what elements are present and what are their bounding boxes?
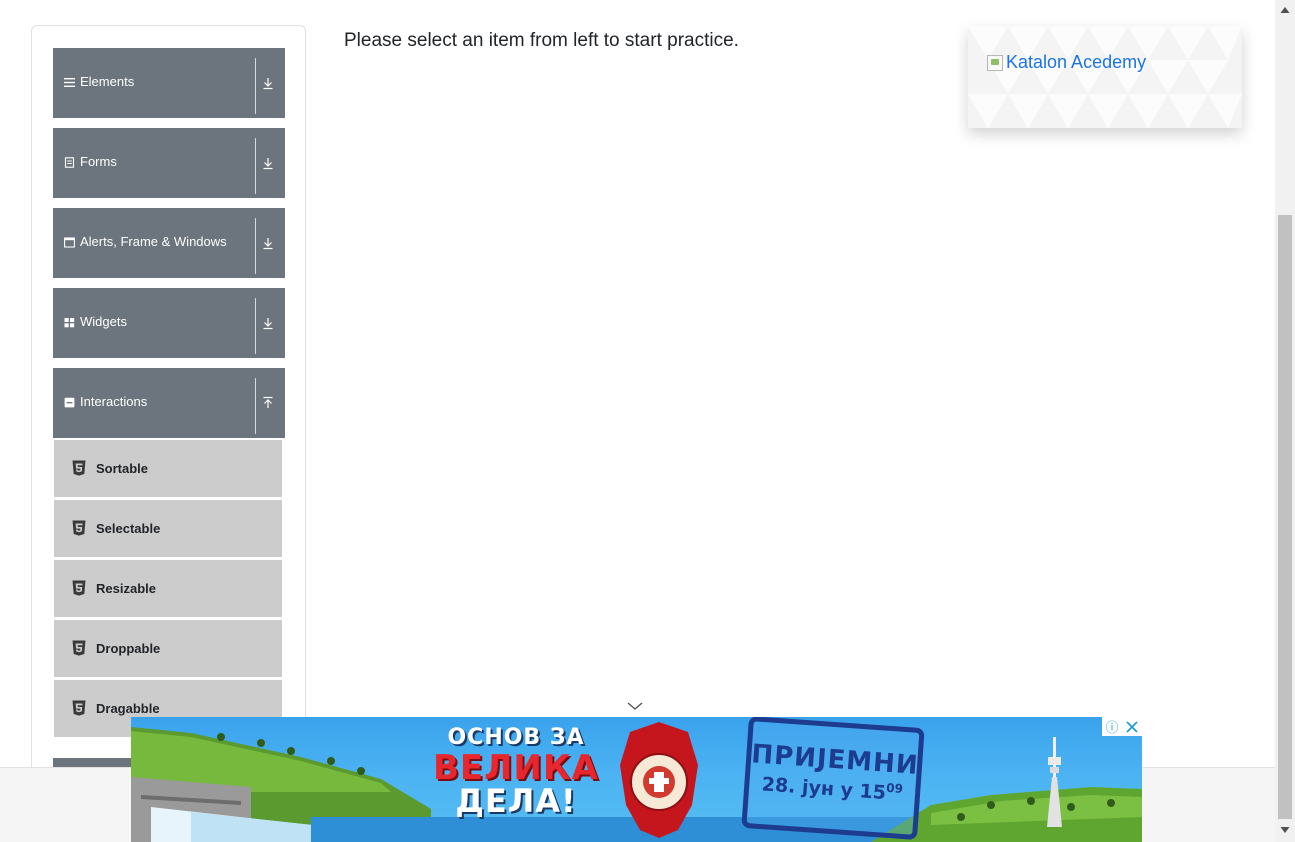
html5-icon xyxy=(72,580,86,596)
download-arrow-icon[interactable] xyxy=(262,76,274,90)
ad-stamp: ПРИЈЕМНИ 28. јун у 1509 xyxy=(741,717,925,841)
html5-icon xyxy=(72,520,86,536)
group-label: Alerts, Frame & Windows xyxy=(80,234,227,249)
menu-item-selectable[interactable]: Selectable xyxy=(54,500,282,557)
scroll-down-arrow-icon[interactable] xyxy=(1280,826,1290,834)
divider xyxy=(255,218,256,274)
divider xyxy=(255,378,256,434)
chevron-down-icon[interactable] xyxy=(626,700,644,712)
group-alerts-frame-windows[interactable]: Alerts, Frame & Windows xyxy=(53,208,285,278)
download-arrow-icon[interactable] xyxy=(262,316,274,330)
group-interactions[interactable]: Interactions xyxy=(53,368,285,438)
group-label: Widgets xyxy=(80,314,127,329)
upload-arrow-icon[interactable] xyxy=(262,396,274,410)
ad-stamp-time-sup: 09 xyxy=(885,780,904,796)
menu-item-resizable[interactable]: Resizable xyxy=(54,560,282,617)
menu-item-label: Dragabble xyxy=(96,701,160,716)
scrollbar-thumb[interactable] xyxy=(1278,215,1292,819)
group-label: Interactions xyxy=(80,394,148,409)
ad-close-button[interactable] xyxy=(1122,717,1142,736)
menu-item-label: Sortable xyxy=(96,461,149,476)
download-arrow-icon[interactable] xyxy=(262,236,274,250)
html5-icon xyxy=(72,700,86,716)
collapse-icon xyxy=(64,397,75,408)
group-label: Elements xyxy=(80,74,135,89)
promo-card: Katalon Acedemy xyxy=(968,26,1242,128)
ad-headline-line1: ОСНОВ ЗА xyxy=(447,725,585,750)
left-panel: Elements Forms Alerts, Frame & Windows W… xyxy=(31,25,306,785)
page: Elements Forms Alerts, Frame & Windows W… xyxy=(0,0,1295,842)
divider xyxy=(255,138,256,194)
menu-item-label: Resizable xyxy=(96,581,156,596)
form-icon xyxy=(64,157,75,168)
instruction-text: Please select an item from left to start… xyxy=(344,30,739,51)
ad-banner[interactable]: ОСНОВ ЗА ВЕЛИКА ДЕЛА! ПРИЈЕМНИ 28. јун у… xyxy=(131,717,1142,842)
triangle-pattern xyxy=(968,26,1242,128)
katalon-academy-link[interactable]: Katalon Acedemy xyxy=(987,52,1146,73)
divider xyxy=(255,58,256,114)
ad-controls: ⓘ xyxy=(1102,717,1142,736)
scroll-up-arrow-icon[interactable] xyxy=(1280,6,1290,14)
html5-icon xyxy=(72,460,86,476)
download-arrow-icon[interactable] xyxy=(262,156,274,170)
grid-icon xyxy=(64,318,75,328)
window-icon xyxy=(64,237,75,248)
group-label: Forms xyxy=(80,154,117,169)
faculty-seal-icon xyxy=(620,722,698,838)
list-icon xyxy=(64,78,75,87)
ad-headline-line3: ДЕЛА! xyxy=(455,782,577,820)
vertical-scrollbar[interactable] xyxy=(1275,0,1295,842)
menu-item-droppable[interactable]: Droppable xyxy=(54,620,282,677)
ad-info-icon[interactable]: ⓘ xyxy=(1102,717,1122,736)
menu-item-sortable[interactable]: Sortable xyxy=(54,440,282,497)
group-elements[interactable]: Elements xyxy=(53,48,285,118)
group-forms[interactable]: Forms xyxy=(53,128,285,198)
menu-item-label: Droppable xyxy=(96,641,161,656)
ad-headline: ОСНОВ ЗА ВЕЛИКА ДЕЛА! xyxy=(431,725,601,820)
katalon-academy-alt-text: Katalon Acedemy xyxy=(1006,52,1147,72)
menu-item-label: Selectable xyxy=(96,521,161,536)
close-icon xyxy=(1126,720,1138,733)
divider xyxy=(255,298,256,354)
broken-image-icon xyxy=(987,54,1003,71)
html5-icon xyxy=(72,640,86,656)
group-widgets[interactable]: Widgets xyxy=(53,288,285,358)
